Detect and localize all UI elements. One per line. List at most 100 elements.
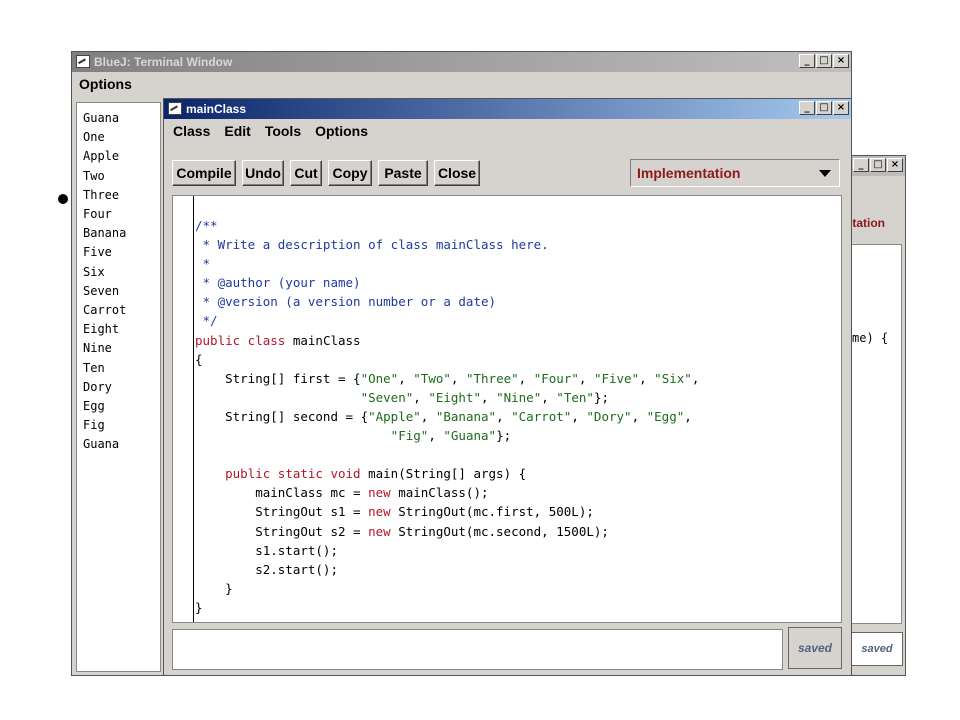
code-line: public class mainClass — [195, 331, 699, 350]
code-token: new — [368, 485, 391, 501]
back-editor-status: saved — [851, 632, 903, 666]
code-token: , — [631, 408, 647, 424]
code-token: * @version (a version number or a date) — [195, 294, 497, 310]
code-token: "Three" — [465, 370, 519, 386]
code-token: "Carrot" — [511, 408, 572, 424]
code-token: mainClass — [285, 332, 361, 348]
code-line: s1.start(); — [195, 541, 699, 560]
terminal-line: Three — [83, 187, 120, 202]
code-line: { — [195, 350, 699, 369]
code-token: mainClass mc = — [195, 485, 369, 501]
maximize-button[interactable]: □ — [870, 158, 886, 172]
copy-button[interactable]: Copy — [328, 160, 372, 186]
editor-window[interactable]: mainClass _ □ × Class Edit Tools Options… — [163, 98, 852, 676]
compile-button[interactable]: Compile — [172, 160, 236, 186]
code-token: , — [571, 408, 587, 424]
code-line: * @version (a version number or a date) — [195, 292, 699, 311]
terminal-window-controls: _ □ × — [799, 54, 849, 68]
code-token: "Banana" — [435, 408, 497, 424]
close-button[interactable]: × — [887, 158, 903, 172]
minimize-button[interactable]: _ — [799, 54, 815, 68]
code-token: , — [639, 370, 655, 386]
view-select[interactable]: Implementation — [630, 159, 840, 187]
code-line: StringOut s2 = new StringOut(mc.second, … — [195, 522, 699, 541]
terminal-line: Seven — [83, 283, 120, 298]
code-token: new — [368, 504, 391, 520]
menu-class[interactable]: Class — [166, 123, 217, 139]
code-token: */ — [195, 313, 218, 329]
code-token: String[] second = { — [195, 408, 369, 424]
terminal-menubar: Options — [72, 72, 851, 96]
code-editor[interactable]: /** * Write a description of class mainC… — [172, 195, 842, 623]
terminal-titlebar[interactable]: BlueJ: Terminal Window _ □ × — [72, 52, 851, 72]
close-button[interactable]: × — [833, 54, 849, 68]
code-token: "Five" — [593, 370, 640, 386]
editor-title: mainClass — [186, 102, 247, 116]
maximize-button[interactable]: □ — [816, 54, 832, 68]
bluej-icon — [76, 55, 90, 68]
view-select-value: Implementation — [637, 165, 741, 181]
close-button[interactable]: × — [833, 101, 849, 115]
code-token: StringOut s2 = — [195, 523, 369, 539]
editor-window-controls: _ □ × — [799, 101, 849, 115]
code-line: StringOut s1 = new StringOut(mc.first, 5… — [195, 502, 699, 521]
code-token: "Four" — [533, 370, 579, 386]
back-editor-window-controls: _ □ × — [853, 158, 903, 172]
cut-button[interactable]: Cut — [290, 160, 322, 186]
code-token: }; — [593, 389, 609, 405]
message-area — [172, 629, 783, 670]
bluej-icon — [168, 102, 182, 115]
code-token: s1.start(); — [195, 542, 338, 558]
terminal-line: One — [83, 130, 105, 145]
status-label: saved — [861, 643, 893, 655]
code-token: "One" — [360, 370, 399, 386]
source-code[interactable]: /** * Write a description of class mainC… — [195, 216, 699, 617]
terminal-line: Nine — [83, 341, 112, 356]
menu-options[interactable]: Options — [308, 123, 375, 139]
code-token: , — [496, 408, 512, 424]
code-line: mainClass mc = new mainClass(); — [195, 483, 699, 502]
menu-options[interactable]: Options — [72, 76, 139, 92]
code-line: "Fig", "Guana"}; — [195, 426, 699, 445]
code-token: "Apple" — [368, 408, 421, 424]
terminal-line: Ten — [83, 360, 105, 375]
code-token: "Two" — [413, 370, 451, 386]
undo-button[interactable]: Undo — [242, 160, 284, 186]
code-token: public static void — [225, 466, 361, 482]
close-editor-button[interactable]: Close — [434, 160, 480, 186]
terminal-line: Banana — [83, 226, 127, 241]
back-editor-view-select[interactable]: ntation — [845, 212, 903, 234]
paste-button[interactable]: Paste — [378, 160, 428, 186]
code-token: main(String[] args) { — [360, 466, 527, 482]
back-editor-code-area[interactable]: me) { — [845, 244, 902, 624]
code-token: { — [195, 351, 203, 367]
terminal-line: Six — [83, 264, 105, 279]
minimize-button[interactable]: _ — [853, 158, 869, 172]
terminal-line: Four — [83, 207, 112, 222]
code-token: * Write a description of class mainClass… — [195, 237, 549, 253]
code-line: * Write a description of class mainClass… — [195, 235, 699, 254]
minimize-button[interactable]: _ — [799, 101, 815, 115]
terminal-line: Five — [83, 245, 112, 260]
menu-edit[interactable]: Edit — [217, 123, 257, 139]
code-token: , — [398, 370, 414, 386]
menu-tools[interactable]: Tools — [258, 123, 308, 139]
code-token: , — [481, 389, 497, 405]
code-token: "Nine" — [496, 389, 542, 405]
bullet-dot — [58, 194, 68, 204]
editor-titlebar[interactable]: mainClass _ □ × — [164, 99, 851, 119]
code-token: , — [413, 389, 429, 405]
code-line: } — [195, 579, 699, 598]
maximize-button[interactable]: □ — [816, 101, 832, 115]
status-saved: saved — [788, 627, 842, 669]
code-line: String[] first = {"One", "Two", "Three",… — [195, 369, 699, 388]
chevron-down-icon — [819, 170, 831, 177]
terminal-output[interactable]: Guana One Apple Two Three Four Banana Five Six Se… — [76, 102, 161, 672]
code-line: public static void main(String[] args) { — [195, 464, 699, 483]
code-token: }; — [496, 428, 512, 444]
code-token: "Guana" — [443, 428, 497, 444]
code-token: StringOut(mc.first, 500L); — [390, 504, 594, 520]
code-token: , — [691, 370, 700, 386]
